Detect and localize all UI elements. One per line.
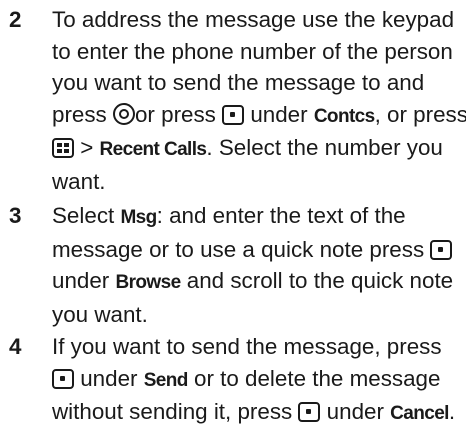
text-line: If you want to send the message, press xyxy=(52,334,442,359)
key-label: Msg xyxy=(120,207,157,228)
soft-key-icon xyxy=(52,368,74,389)
soft-key-icon xyxy=(430,239,453,260)
text-line: To address the message use the keypad xyxy=(52,7,455,32)
menu-key-icon xyxy=(52,138,74,158)
soft-key-icon xyxy=(222,104,245,125)
text-line: Select Msg: and enter the text of the xyxy=(52,203,406,228)
text-line: without sending it, press under Cancel. xyxy=(52,399,456,424)
step-text: If you want to send the message, press u… xyxy=(52,331,460,430)
key-label: Recent Calls xyxy=(99,139,207,160)
text-line: under Browse and scroll to the quick not… xyxy=(52,268,454,293)
text-line: you want to send the message to and xyxy=(52,70,425,95)
key-label: Browse xyxy=(115,272,182,293)
step-number: 2 xyxy=(9,7,22,32)
navigation-key-icon xyxy=(112,102,135,125)
key-label: Send xyxy=(143,369,189,391)
text-line: under Send or to delete the message xyxy=(52,363,460,397)
text-line: > Recent Calls. Select the number you xyxy=(52,132,460,166)
step-text: To address the message use the keypad to … xyxy=(52,4,466,197)
key-label: Contcs xyxy=(313,105,375,127)
text-line: want. xyxy=(52,168,106,194)
step-number: 4 xyxy=(9,334,22,359)
text-line: you want. xyxy=(52,301,148,327)
text-line: to enter the phone number of the person xyxy=(52,38,453,64)
step-text: Select Msg: and enter the text of the mes… xyxy=(52,200,460,330)
soft-key-icon xyxy=(298,402,321,422)
step-number: 3 xyxy=(9,203,22,228)
text-line: message or to use a quick note press xyxy=(52,234,460,266)
text-line: press or press under Contcs, or press xyxy=(52,101,466,127)
